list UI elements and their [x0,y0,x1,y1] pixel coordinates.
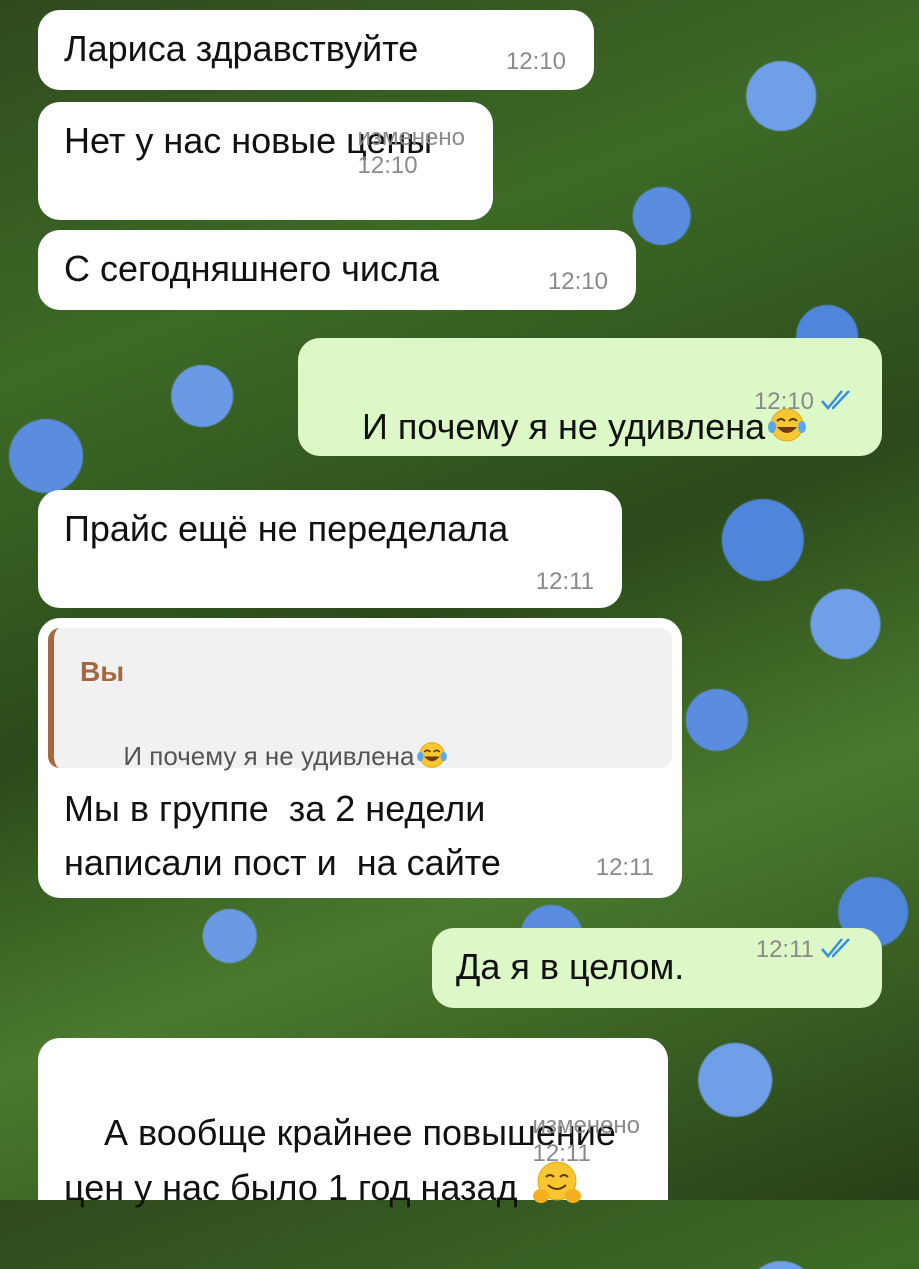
message-bubble-outgoing[interactable]: Да я в целом. 12:11 [432,928,882,1008]
message-bubble-reply[interactable]: Вы И почему я не удивлена Мы в группе за… [38,618,682,898]
message-text: Мы в группе за 2 недели написали пост и … [64,788,501,883]
reply-text: И почему я не удивлена [123,741,415,771]
message-time: 12:10 [505,48,566,75]
message-meta: изменено 12:11 [506,1084,640,1196]
message-bubble[interactable]: А вообще крайнее повышение цен у нас был… [38,1038,668,1208]
message-text: С сегодняшнего числа [64,248,440,289]
reply-quote[interactable]: Вы И почему я не удивлена [48,628,672,771]
edited-label: изменено [357,124,465,151]
laughing-tears-icon [417,742,448,768]
message-time: 12:10 [547,268,608,295]
message-meta: изменено 12:10 [331,96,465,208]
edited-label: изменено [532,1112,640,1139]
message-time: 12:11 [532,1140,591,1167]
message-text: И почему я не удивлена [362,406,766,447]
message-time: 12:10 [753,388,814,415]
message-bubble[interactable]: Нет у нас новые цены изменено 12:10 [38,102,493,220]
message-text: Прайс ещё не переделала [64,508,509,549]
message-time: 12:11 [595,854,654,881]
message-text: Да я в целом. [456,946,685,987]
message-text: Лариса здравствуйте [64,28,419,69]
message-bubble[interactable]: Лариса здравствуйте 12:10 [38,10,594,90]
message-meta: 12:10 [727,360,854,444]
read-double-check-icon [821,390,850,410]
reply-author: Вы [80,656,125,687]
message-time: 12:10 [357,152,418,179]
message-bubble-outgoing[interactable]: И почему я не удивлена 12:10 [298,338,882,456]
message-bubble[interactable]: С сегодняшнего числа 12:10 [38,230,636,310]
read-double-check-icon [821,938,850,958]
message-bubble[interactable]: Прайс ещё не переделала 12:11 [38,490,622,608]
message-time: 12:11 [755,936,814,963]
message-meta: 12:11 [729,908,854,992]
message-time: 12:11 [535,568,594,595]
